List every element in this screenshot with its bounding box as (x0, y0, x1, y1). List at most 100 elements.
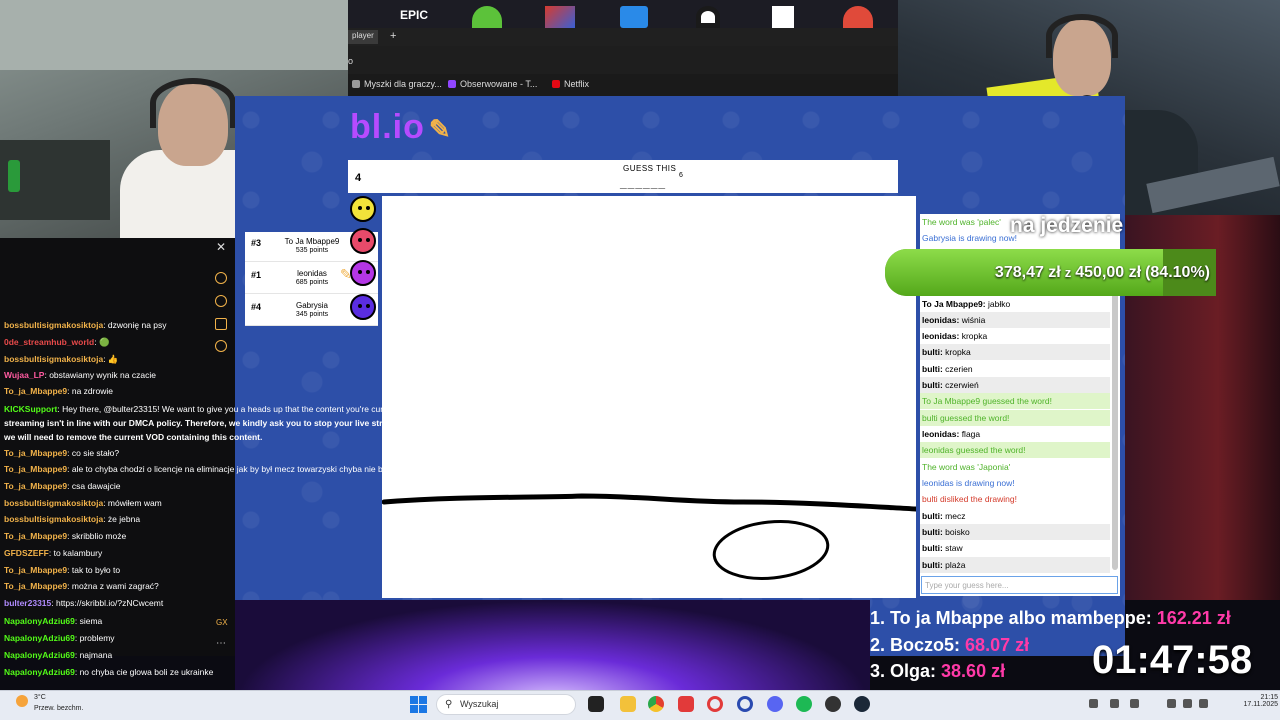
chat-message: bulti: czerien (920, 361, 1110, 377)
stream-chat-message: bulter23315: https://skribbl.io/?zNCwcem… (4, 598, 164, 608)
goal-amount-text: 378,47 zł z 450,00 zł (84.10%) (994, 263, 1210, 281)
chat-message: leonidas: flaga (920, 426, 1110, 442)
chat-message: leonidas: wiśnia (920, 312, 1110, 328)
guess-this-label: GUESS THIS (623, 164, 677, 173)
chat-message: leonidas guessed the word! (920, 442, 1110, 458)
chat-message: bulti disliked the drawing! (920, 491, 1110, 507)
obs-icon[interactable] (825, 696, 841, 712)
weather-desc: Przew. bezchm. (34, 705, 84, 712)
address-bar[interactable]: o (348, 46, 898, 74)
app-icon-blue[interactable] (620, 6, 648, 28)
stream-chat-message: bossbultisigmakosiktoja: dzwonię na psy (4, 320, 167, 330)
steam-icon[interactable] (854, 696, 870, 712)
top-donor-row: 3. Olga: 38.60 zł (870, 661, 1006, 681)
stream-chat-message: NapalonyAdziu69: no chyba cie glowa boli… (4, 667, 214, 677)
top-donor-row: 2. Boczo5: 68.07 zł (870, 635, 1030, 655)
volume-icon[interactable] (1183, 699, 1192, 708)
share-icon[interactable] (215, 318, 227, 330)
folder-icon[interactable] (620, 696, 636, 712)
chat-message: To Ja Mbappe9: jabłko (920, 296, 1110, 312)
round-counter: 4 (355, 172, 362, 184)
goal-title: na jedzenie (1010, 214, 1124, 237)
epic-games-icon[interactable]: EPIC (400, 8, 428, 22)
app-icon-green[interactable] (472, 6, 502, 28)
tab-player[interactable]: player (348, 30, 378, 44)
chat-scrollbar[interactable] (1112, 260, 1118, 570)
emoji-icon[interactable] (215, 272, 227, 284)
windows-taskbar (0, 690, 1280, 720)
tray-app-icon[interactable] (1130, 699, 1139, 708)
word-length: 6 (679, 172, 683, 179)
tray-app-icon[interactable] (1110, 699, 1119, 708)
stream-chat-panel: bossbultisigmakosiktoja: dzwonię na psy 0… (0, 238, 474, 677)
stream-chat-message: To_ja_Mbappe9: ale to chyba chodzi o lic… (4, 464, 443, 474)
stream-chat-message: To_ja_Mbappe9: na zdrowie (4, 386, 113, 396)
chat-message: leonidas is drawing now! (920, 475, 1110, 491)
tray-chevron-icon[interactable] (1089, 699, 1098, 708)
weather-icon[interactable] (16, 695, 28, 707)
battery-icon[interactable] (1199, 699, 1208, 708)
discord-icon[interactable] (767, 696, 783, 712)
bookmark-icon (352, 80, 360, 88)
desktop-icons-strip: EPIC (348, 0, 898, 28)
close-icon[interactable]: ✕ (216, 240, 226, 254)
stream-chat-message: To_ja_Mbappe9: co sie stało? (4, 448, 120, 458)
gear-icon[interactable] (215, 340, 227, 352)
stream-chat-message: NapalonyAdziu69: siema (4, 616, 103, 626)
stream-chat-message: bossbultisigmakosiktoja: mówiłem wam (4, 498, 162, 508)
chat-side-toolbar: ✕ GX ⋯ (212, 240, 230, 649)
stream-chat-message: bossbultisigmakosiktoja: że jebna (4, 514, 141, 524)
clock-icon[interactable] (215, 295, 227, 307)
windows-start-icon[interactable] (410, 696, 427, 713)
drawing-strokes (381, 493, 919, 580)
emote-icon[interactable]: GX (216, 618, 228, 627)
terminal-icon[interactable] (588, 696, 604, 712)
bookmark-obserwowane[interactable]: Obserwowane - T... (448, 79, 537, 89)
app-red-icon[interactable] (678, 696, 694, 712)
donation-goal-bar: 378,47 zł z 450,00 zł (84.10%) (885, 249, 1216, 296)
new-tab-button[interactable]: + (390, 30, 396, 42)
player-avatar-icon (350, 228, 376, 254)
browser-tab-bar: player + (348, 28, 898, 46)
chrome-icon[interactable] (648, 696, 664, 712)
search-icon: ⚲ (445, 699, 453, 710)
taskbar-clock[interactable]: 21:15 17.11.2025 (1218, 694, 1278, 708)
app-icon-game[interactable] (545, 6, 575, 28)
taskbar-search[interactable]: ⚲ (436, 694, 576, 715)
bookmark-myszki[interactable]: Myszki dla graczy... (352, 79, 442, 89)
pencil-icon: ✎ (340, 266, 352, 282)
browser-icon[interactable] (737, 696, 753, 712)
chat-message: bulti: boisko (920, 524, 1110, 540)
chat-message: bulti guessed the word! (920, 410, 1110, 426)
chat-message: bulti: kropka (920, 344, 1110, 360)
netflix-icon (552, 80, 560, 88)
twitch-icon (448, 80, 456, 88)
drawing-canvas[interactable] (381, 196, 919, 598)
stream-chat-message: NapalonyAdziu69: problemy (4, 633, 115, 643)
player-avatar-icon (350, 196, 376, 222)
stream-chat-message: streaming isn't in line with our DMCA po… (4, 418, 474, 428)
address-text: o (348, 56, 354, 66)
network-icon[interactable] (1167, 699, 1176, 708)
stream-chat-message: GFDSZEFF: to kalambury (4, 548, 103, 558)
guess-input[interactable]: Type your guess here... (921, 576, 1118, 594)
steam-icon[interactable] (696, 6, 720, 28)
stream-chat-message: Wujaa_LP: obstawiamy wynik na czacie (4, 370, 156, 380)
stream-chat-message: To_ja_Mbappe9: csa dawajcie (4, 481, 121, 491)
stream-chat-message: To_ja_Mbappe9: skribblio może (4, 531, 127, 541)
stream-chat-message: To_ja_Mbappe9: można z wami zagrać? (4, 581, 159, 591)
stream-chat-message: KICKSupport: Hey there, @bulter23315! We… (4, 404, 404, 414)
more-icon[interactable]: ⋯ (216, 638, 226, 649)
stream-chat-message: we will need to remove the current VOD c… (4, 432, 263, 442)
opera-icon[interactable] (707, 696, 723, 712)
background-glow (235, 600, 870, 690)
player-avatar-icon (350, 260, 376, 286)
top-donor-row: 1. To ja Mbappe albo mambeppe: 162.21 zł (870, 608, 1231, 628)
stream-chat-message: bossbultisigmakosiktoja: 👍 (4, 354, 119, 364)
app-icon-red[interactable] (843, 6, 873, 28)
stream-chat-message: To_ja_Mbappe9: tak to było to (4, 565, 121, 575)
spotify-icon[interactable] (796, 696, 812, 712)
chat-message: The word was 'Japonia' (920, 459, 1110, 475)
file-icon[interactable] (772, 6, 794, 28)
bookmark-netflix[interactable]: Netflix (552, 79, 589, 89)
